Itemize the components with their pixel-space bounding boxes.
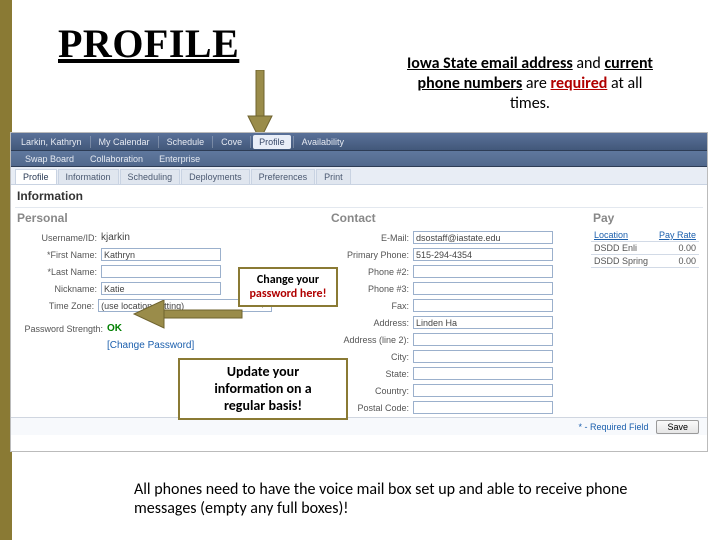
country-input[interactable] xyxy=(413,384,553,397)
email-label: E-Mail: xyxy=(331,233,413,243)
nickname-label: Nickname: xyxy=(15,284,101,294)
pwd-label: Password Strength: xyxy=(15,324,107,334)
req-required: required xyxy=(551,74,608,93)
pay-table: Location Pay Rate DSDD Enli 0.00 DSDD Sp… xyxy=(591,229,699,268)
address2-input[interactable] xyxy=(413,333,553,346)
address-input[interactable] xyxy=(413,316,553,329)
requirement-note: Iowa State email address and current pho… xyxy=(400,54,660,114)
address-label: Address: xyxy=(331,318,413,328)
contact-col: E-Mail: Primary Phone: Phone #2: Phone #… xyxy=(331,229,591,416)
secondary-collaboration[interactable]: Collaboration xyxy=(82,154,151,164)
callout-change-password: Change your password here! xyxy=(238,267,338,307)
postal-input[interactable] xyxy=(413,401,553,414)
page-title: PROFILE xyxy=(58,20,239,67)
lastname-label: *Last Name: xyxy=(15,267,101,277)
phone3-input[interactable] xyxy=(413,282,553,295)
pay-col: Location Pay Rate DSDD Enli 0.00 DSDD Sp… xyxy=(591,229,701,268)
profile-app: Larkin, Kathryn My Calendar Schedule Cov… xyxy=(10,132,708,452)
primaryphone-input[interactable] xyxy=(413,248,553,261)
pay-col-location[interactable]: Location xyxy=(591,229,654,242)
form-footer: * - Required Field Save xyxy=(11,417,707,435)
contact-title: Contact xyxy=(331,211,376,225)
topbar-item-availability[interactable]: Availability xyxy=(296,135,350,149)
tab-print[interactable]: Print xyxy=(316,169,351,184)
tabs: Profile Information Scheduling Deploymen… xyxy=(11,167,707,185)
phone2-input[interactable] xyxy=(413,265,553,278)
personal-title: Personal xyxy=(17,211,68,225)
topbar-item-schedule[interactable]: Schedule xyxy=(161,135,211,149)
topbar-item-profile[interactable]: Profile xyxy=(253,135,291,149)
secondary-enterprise[interactable]: Enterprise xyxy=(151,154,208,164)
table-row: DSDD Enli 0.00 xyxy=(591,242,699,255)
state-input[interactable] xyxy=(413,367,553,380)
topbar-item-user[interactable]: Larkin, Kathryn xyxy=(15,135,88,149)
req-email: Iowa State email address xyxy=(407,54,573,73)
required-legend: * - Required Field xyxy=(578,422,648,432)
firstname-input[interactable] xyxy=(101,248,221,261)
tab-preferences[interactable]: Preferences xyxy=(251,169,316,184)
section-title: Information xyxy=(11,185,707,205)
city-input[interactable] xyxy=(413,350,553,363)
fax-label: Fax: xyxy=(331,301,413,311)
phone2-label: Phone #2: xyxy=(331,267,413,277)
username-label: Username/ID: xyxy=(15,233,101,243)
username-value: kjarkin xyxy=(101,232,130,243)
tab-scheduling[interactable]: Scheduling xyxy=(120,169,181,184)
pay-col-rate[interactable]: Pay Rate xyxy=(654,229,699,242)
secondary-swapboard[interactable]: Swap Board xyxy=(17,154,82,164)
nickname-input[interactable] xyxy=(101,282,221,295)
timezone-label: Time Zone: xyxy=(15,301,98,311)
callout-update-info: Update your information on a regular bas… xyxy=(178,358,348,420)
bottom-note: All phones need to have the voice mail b… xyxy=(134,480,654,518)
save-button[interactable]: Save xyxy=(656,420,699,434)
firstname-label: *First Name: xyxy=(15,250,101,260)
change-password-link[interactable]: [Change Password] xyxy=(107,340,194,351)
pay-title: Pay xyxy=(593,211,614,225)
fax-input[interactable] xyxy=(413,299,553,312)
form-area: Information Personal Contact Pay Usernam… xyxy=(11,185,707,435)
pwd-status: OK xyxy=(107,323,122,334)
personal-col: Username/ID: kjarkin *First Name: *Last … xyxy=(15,229,265,354)
primaryphone-label: Primary Phone: xyxy=(331,250,413,260)
tab-information[interactable]: Information xyxy=(58,169,119,184)
table-row: DSDD Spring 0.00 xyxy=(591,255,699,268)
address2-label: Address (line 2): xyxy=(331,335,413,345)
phone3-label: Phone #3: xyxy=(331,284,413,294)
topbar-item-calendar[interactable]: My Calendar xyxy=(93,135,156,149)
topbar-item-cove[interactable]: Cove xyxy=(215,135,248,149)
tab-profile[interactable]: Profile xyxy=(15,169,57,184)
secondary-bar: Swap Board Collaboration Enterprise xyxy=(11,151,707,167)
lastname-input[interactable] xyxy=(101,265,221,278)
email-input[interactable] xyxy=(413,231,553,244)
tab-deployments[interactable]: Deployments xyxy=(181,169,250,184)
topbar: Larkin, Kathryn My Calendar Schedule Cov… xyxy=(11,133,707,151)
